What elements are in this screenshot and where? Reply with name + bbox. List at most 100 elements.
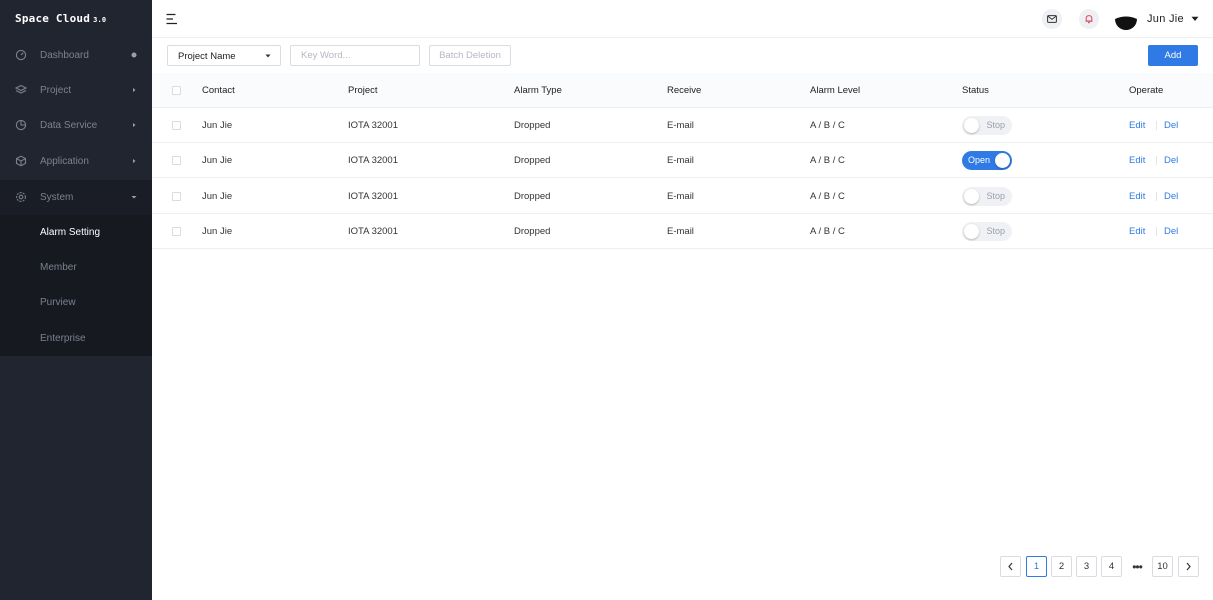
- cell-alarm-type: Dropped: [514, 155, 551, 166]
- cell-receive: E-mail: [667, 120, 694, 131]
- pagination-ellipsis[interactable]: •••: [1127, 556, 1147, 577]
- toggle-label: Stop: [986, 191, 1005, 201]
- delete-link[interactable]: Del: [1164, 143, 1178, 178]
- sidebar-item-application[interactable]: Application: [0, 144, 152, 179]
- toggle-label: Stop: [986, 226, 1005, 236]
- cell-alarm-level: A / B / C: [810, 155, 845, 166]
- logo-version: 3.0: [93, 16, 107, 24]
- pagination-prev-button[interactable]: [1000, 556, 1021, 577]
- sidebar-item-member[interactable]: Member: [0, 250, 152, 285]
- user-name[interactable]: Jun Jie: [1147, 13, 1184, 25]
- add-button[interactable]: Add: [1148, 45, 1198, 66]
- status-toggle[interactable]: Stop: [962, 222, 1012, 241]
- sidebar-item-label: System: [40, 192, 74, 203]
- pagination-page-4[interactable]: 4: [1101, 556, 1122, 577]
- pagination-page-last[interactable]: 10: [1152, 556, 1173, 577]
- notification-button[interactable]: [1079, 9, 1099, 29]
- pie-chart-icon: [15, 119, 27, 131]
- sidebar: Space Cloud 3.0 Dashboard Project Data Se…: [0, 0, 152, 600]
- edit-link[interactable]: Edit: [1129, 179, 1145, 214]
- divider: [1156, 227, 1157, 236]
- sidebar-item-dashboard[interactable]: Dashboard: [0, 38, 152, 73]
- app-logo[interactable]: Space Cloud 3.0: [15, 12, 106, 28]
- delete-link[interactable]: Del: [1164, 108, 1178, 143]
- row-checkbox[interactable]: [172, 227, 181, 236]
- dashboard-icon: [15, 49, 27, 61]
- project-name-select[interactable]: Project Name: [167, 45, 281, 66]
- chevron-right-icon: [133, 123, 136, 127]
- column-header-project: Project: [348, 85, 378, 96]
- pagination-page-2[interactable]: 2: [1051, 556, 1072, 577]
- cell-contact: Jun Jie: [202, 120, 233, 131]
- column-header-operate: Operate: [1129, 85, 1164, 96]
- column-header-receive: Receive: [667, 85, 702, 96]
- cell-project: IOTA 32001: [348, 120, 398, 131]
- menu-icon[interactable]: [166, 13, 178, 25]
- select-all-checkbox[interactable]: [172, 86, 181, 95]
- chevron-right-icon: [133, 159, 136, 163]
- row-checkbox[interactable]: [172, 192, 181, 201]
- caret-down-icon: [131, 196, 137, 199]
- sidebar-item-data-service[interactable]: Data Service: [0, 108, 152, 143]
- sidebar-item-purview[interactable]: Purview: [0, 285, 152, 320]
- sidebar-item-label: Data Service: [40, 120, 98, 131]
- gear-icon: [16, 192, 26, 202]
- table-row: Jun Jie IOTA 32001 Dropped E-mail A / B …: [152, 179, 1213, 214]
- cell-receive: E-mail: [667, 226, 694, 237]
- caret-down-icon[interactable]: [1191, 16, 1199, 22]
- table-header-row: Contact Project Alarm Type Receive Alarm…: [152, 73, 1213, 108]
- layers-icon: [15, 84, 27, 94]
- column-header-status: Status: [962, 85, 989, 96]
- mail-button[interactable]: [1042, 9, 1062, 29]
- cell-project: IOTA 32001: [348, 155, 398, 166]
- status-toggle[interactable]: Stop: [962, 187, 1012, 206]
- table-row: Jun Jie IOTA 32001 Dropped E-mail A / B …: [152, 214, 1213, 249]
- cell-alarm-level: A / B / C: [810, 120, 845, 131]
- edit-link[interactable]: Edit: [1129, 143, 1145, 178]
- table-row: Jun Jie IOTA 32001 Dropped E-mail A / B …: [152, 143, 1213, 178]
- pagination-page-1[interactable]: 1: [1026, 556, 1047, 577]
- sidebar-item-system[interactable]: System: [0, 180, 152, 215]
- avatar[interactable]: [1115, 8, 1137, 30]
- cell-alarm-type: Dropped: [514, 226, 551, 237]
- batch-deletion-button[interactable]: Batch Deletion: [429, 45, 511, 66]
- cube-icon: [15, 155, 27, 167]
- sidebar-item-label: Project: [40, 85, 72, 96]
- sidebar-item-project[interactable]: Project: [0, 73, 152, 108]
- sidebar-item-alarm-setting[interactable]: Alarm Setting: [0, 215, 152, 250]
- sidebar-item-label: Application: [40, 156, 89, 167]
- cell-alarm-type: Dropped: [514, 191, 551, 202]
- logo-text: Space Cloud: [15, 12, 91, 25]
- cell-receive: E-mail: [667, 191, 694, 202]
- row-checkbox[interactable]: [172, 156, 181, 165]
- bell-icon: [1085, 15, 1093, 24]
- select-value: Project Name: [178, 51, 236, 62]
- column-header-alarm-level: Alarm Level: [810, 85, 861, 96]
- delete-link[interactable]: Del: [1164, 179, 1178, 214]
- caret-down-icon: [265, 54, 271, 58]
- delete-link[interactable]: Del: [1164, 214, 1178, 249]
- toggle-knob: [964, 189, 979, 204]
- cell-receive: E-mail: [667, 155, 694, 166]
- status-toggle[interactable]: Open: [962, 151, 1012, 170]
- row-checkbox[interactable]: [172, 121, 181, 130]
- divider: [1156, 121, 1157, 130]
- edit-link[interactable]: Edit: [1129, 214, 1145, 249]
- column-header-contact: Contact: [202, 85, 235, 96]
- chevron-right-icon: [1186, 562, 1191, 571]
- divider: [1156, 192, 1157, 201]
- mail-icon: [1047, 15, 1057, 23]
- user-avatar-icon: [1115, 8, 1137, 30]
- chevron-right-icon: [133, 88, 136, 92]
- system-submenu: Alarm Setting Member Purview Enterprise: [0, 215, 152, 356]
- status-toggle[interactable]: Stop: [962, 116, 1012, 135]
- cell-alarm-level: A / B / C: [810, 191, 845, 202]
- edit-link[interactable]: Edit: [1129, 108, 1145, 143]
- dot-indicator-icon: [131, 52, 137, 58]
- pagination-page-3[interactable]: 3: [1076, 556, 1097, 577]
- sidebar-item-enterprise[interactable]: Enterprise: [0, 321, 152, 356]
- keyword-input[interactable]: [290, 45, 420, 66]
- toggle-knob: [995, 153, 1010, 168]
- pagination-next-button[interactable]: [1178, 556, 1199, 577]
- cell-alarm-level: A / B / C: [810, 226, 845, 237]
